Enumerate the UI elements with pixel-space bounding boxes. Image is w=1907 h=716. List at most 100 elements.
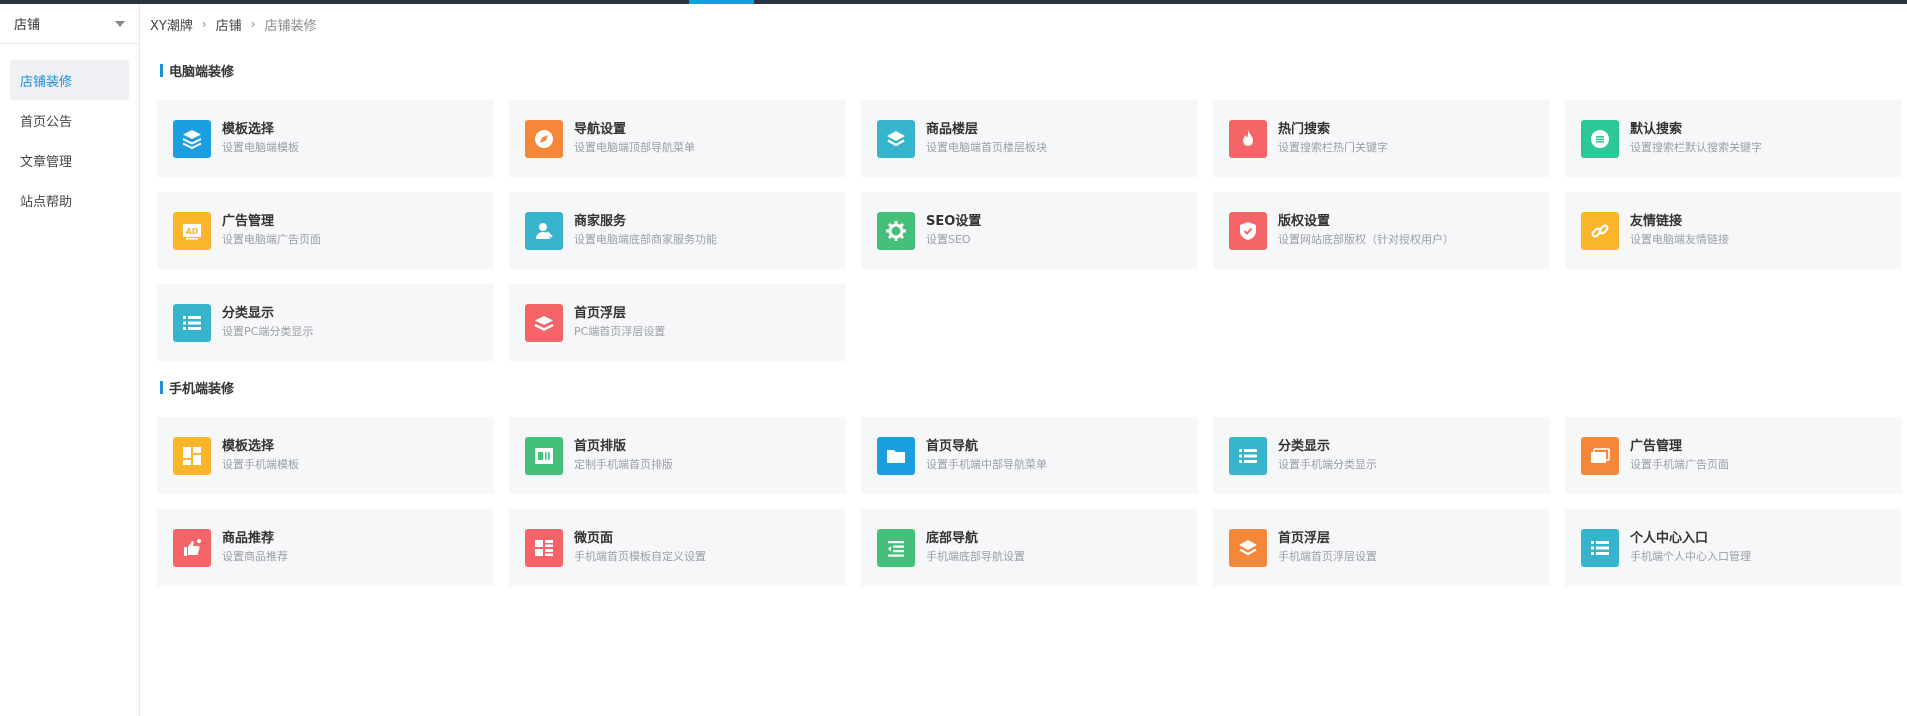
pc-card-stack[interactable]: 商品楼层 设置电脑端首页楼层板块 (861, 100, 1198, 177)
card-text: SEO设置设置SEO (926, 213, 981, 248)
card-description: 手机端底部导航设置 (926, 550, 1025, 563)
sidebar-item-shop-decoration[interactable]: 店铺装修 (10, 60, 129, 100)
card-title: 首页导航 (926, 439, 979, 454)
card-description: 手机端首页模板自定义设置 (574, 550, 706, 563)
pc-section-title-text: 电脑端装修 (169, 64, 235, 80)
card-title: SEO设置 (926, 214, 982, 229)
svg-text:AD: AD (186, 227, 199, 236)
mobile-card-bottom-nav[interactable]: 底部导航手机端底部导航设置 (861, 509, 1198, 586)
pc-card-grid: 模板选择 设置电脑端模板 导航设置设置电脑端顶部导航菜单 商品楼层 设置电脑端首页楼层板… (157, 100, 1902, 361)
card-text: 首页浮层 PC端首页浮层设置 (574, 305, 665, 340)
pc-card-service-person[interactable]: 商家服务 设置电脑端底部商家服务功能 (509, 192, 846, 269)
list-icon (1581, 528, 1619, 567)
card-description: 设置搜索栏默认搜索关键字 (1630, 141, 1762, 154)
list-icon (173, 303, 211, 342)
sidebar-header[interactable]: 店铺 (0, 4, 139, 44)
layers-icon (173, 119, 211, 158)
sidebar-item-label: 文章管理 (20, 154, 73, 170)
pc-card-float-layer[interactable]: 首页浮层 PC端首页浮层设置 (509, 284, 846, 361)
section-marker (160, 380, 163, 394)
card-text: 首页浮层 手机端首页浮层设置 (1278, 530, 1377, 565)
section-marker (160, 63, 163, 77)
stack-icon (877, 119, 915, 158)
pc-card-search-list[interactable]: 默认搜索设置搜索栏默认搜索关键字 (1565, 100, 1902, 177)
compass-icon (525, 119, 563, 158)
breadcrumb: XY潮牌 › 店铺 › 店铺装修 (150, 14, 317, 34)
list-icon (1229, 436, 1267, 475)
pc-card-shield[interactable]: 版权设置 设置网站底部版权（针对授权用户） (1213, 192, 1550, 269)
card-title: 首页浮层 (1278, 531, 1331, 546)
mobile-card-grid: 模板选择设置手机端模板 首页排版 定制手机端首页排版 首页导航设置手机端中部导航菜单 分… (157, 417, 1902, 586)
card-description: 设置电脑端顶部导航菜单 (574, 141, 695, 154)
pc-card-link[interactable]: 友情链接 设置电脑端友情链接 (1565, 192, 1902, 269)
pc-card-ad[interactable]: AD 广告管理 设置电脑端广告页面 (157, 192, 494, 269)
pc-card-gear[interactable]: SEO设置设置SEO (861, 192, 1198, 269)
card-description: 设置网站底部版权（针对授权用户） (1278, 233, 1454, 246)
pc-card-flame[interactable]: 热门搜索 设置搜索栏热门关键字 (1213, 100, 1550, 177)
card-text: 商品推荐设置商品推荐 (222, 530, 288, 565)
card-title: 个人中心入口 (1630, 531, 1709, 546)
pc-card-list[interactable]: 分类显示 设置PC端分类显示 (157, 284, 494, 361)
breadcrumb-root[interactable]: XY潮牌 (150, 15, 193, 34)
flame-icon (1229, 119, 1267, 158)
mobile-card-template-grid[interactable]: 模板选择设置手机端模板 (157, 417, 494, 494)
chevron-down-icon[interactable] (115, 20, 125, 27)
mobile-section-title-text: 手机端装修 (169, 381, 235, 397)
sidebar-item-homepage-notice[interactable]: 首页公告 (10, 100, 129, 140)
mobile-card-thumbs-up[interactable]: 商品推荐设置商品推荐 (157, 509, 494, 586)
card-text: 个人中心入口手机端个人中心入口管理 (1630, 530, 1751, 565)
sidebar: 店铺 店铺装修 首页公告 文章管理 站点帮助 (0, 4, 140, 716)
card-description: 设置手机端模板 (222, 458, 299, 471)
link-icon (1581, 211, 1619, 250)
card-title: 模板选择 (222, 439, 275, 454)
card-description: 设置电脑端广告页面 (222, 233, 321, 246)
card-description: PC端首页浮层设置 (574, 325, 666, 338)
card-description: 设置手机端中部导航菜单 (926, 458, 1047, 471)
card-text: 分类显示 设置PC端分类显示 (222, 305, 313, 340)
service-person-icon (525, 211, 563, 250)
card-title: 热门搜索 (1278, 122, 1331, 137)
card-description: 设置手机端分类显示 (1278, 458, 1377, 471)
card-text: 首页排版 定制手机端首页排版 (574, 438, 673, 473)
ad-cards-icon (1581, 436, 1619, 475)
sidebar-item-site-help[interactable]: 站点帮助 (10, 180, 129, 220)
card-title: 导航设置 (574, 122, 627, 137)
card-text: 导航设置设置电脑端顶部导航菜单 (574, 121, 695, 156)
card-description: 设置SEO (926, 233, 971, 246)
card-title: 默认搜索 (1630, 122, 1683, 137)
mobile-card-list[interactable]: 分类显示设置手机端分类显示 (1213, 417, 1550, 494)
pc-section-title: 电脑端装修 (160, 62, 235, 80)
card-title: 友情链接 (1630, 214, 1683, 229)
card-text: 微页面 手机端首页模板自定义设置 (574, 530, 706, 565)
card-title: 分类显示 (1278, 439, 1331, 454)
card-title: 商品推荐 (222, 531, 275, 546)
card-description: 手机端个人中心入口管理 (1630, 550, 1751, 563)
card-text: 商家服务 设置电脑端底部商家服务功能 (574, 213, 717, 248)
card-text: 默认搜索设置搜索栏默认搜索关键字 (1630, 121, 1762, 156)
card-description: 设置商品推荐 (222, 550, 288, 563)
card-description: 定制手机端首页排版 (574, 458, 673, 471)
card-text: 广告管理 设置手机端广告页面 (1630, 438, 1729, 473)
chevron-right-icon: › (250, 17, 256, 31)
mobile-card-list[interactable]: 个人中心入口手机端个人中心入口管理 (1565, 509, 1902, 586)
pc-card-compass[interactable]: 导航设置设置电脑端顶部导航菜单 (509, 100, 846, 177)
card-description: 设置手机端广告页面 (1630, 458, 1729, 471)
mobile-card-ad-cards[interactable]: 广告管理 设置手机端广告页面 (1565, 417, 1902, 494)
card-title: 首页浮层 (574, 306, 627, 321)
mobile-card-layout-card[interactable]: 首页排版 定制手机端首页排版 (509, 417, 846, 494)
card-text: 首页导航设置手机端中部导航菜单 (926, 438, 1047, 473)
shield-icon (1229, 211, 1267, 250)
sidebar-item-article-management[interactable]: 文章管理 (10, 140, 129, 180)
card-title: 底部导航 (926, 531, 979, 546)
mobile-card-micro-page[interactable]: 微页面 手机端首页模板自定义设置 (509, 509, 846, 586)
card-text: 模板选择设置手机端模板 (222, 438, 299, 473)
mobile-card-folder[interactable]: 首页导航设置手机端中部导航菜单 (861, 417, 1198, 494)
card-description: 设置电脑端底部商家服务功能 (574, 233, 717, 246)
card-text: 模板选择 设置电脑端模板 (222, 121, 299, 156)
gear-icon (877, 211, 915, 250)
breadcrumb-level1[interactable]: 店铺 (216, 15, 242, 34)
search-list-icon (1581, 119, 1619, 158)
pc-card-layers[interactable]: 模板选择 设置电脑端模板 (157, 100, 494, 177)
sidebar-menu: 店铺装修 首页公告 文章管理 站点帮助 (0, 44, 139, 220)
mobile-card-stack[interactable]: 首页浮层 手机端首页浮层设置 (1213, 509, 1550, 586)
